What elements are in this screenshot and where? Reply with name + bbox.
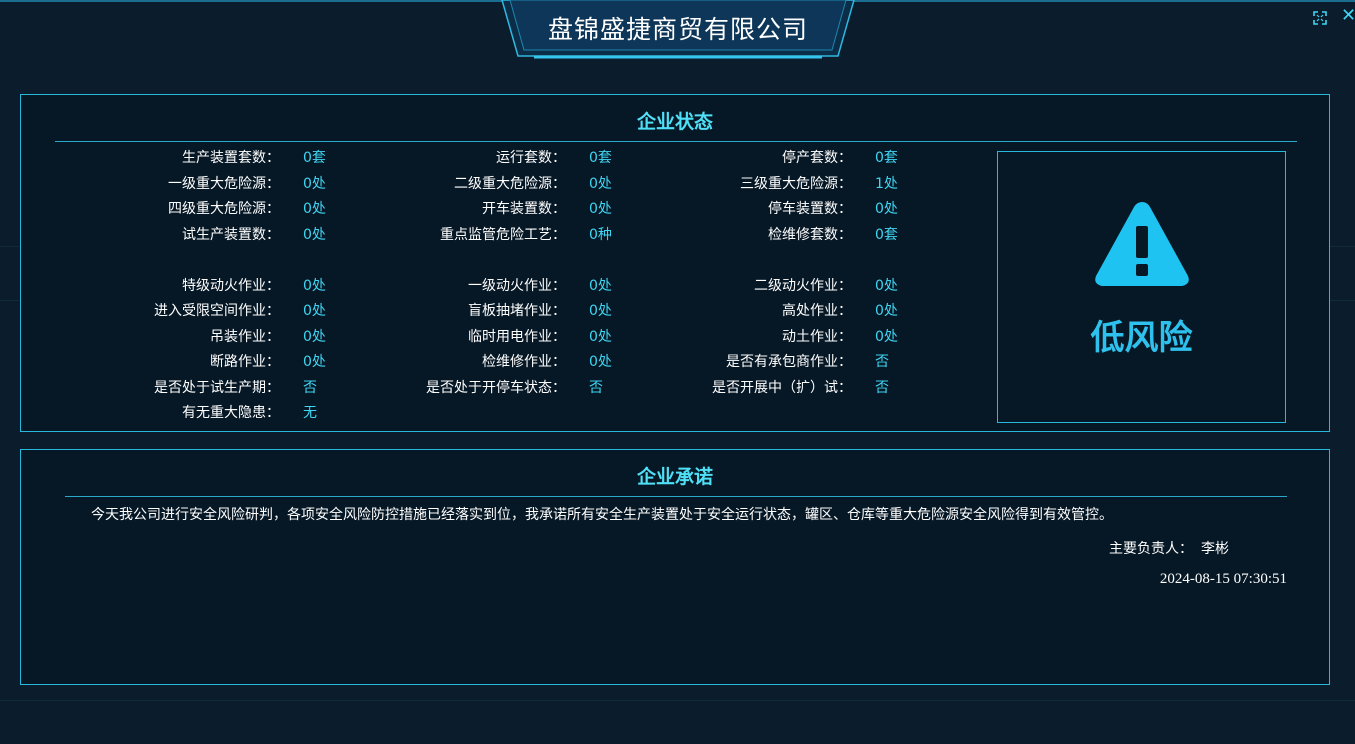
status-label: 生产装置套数： — [182, 150, 280, 166]
status-label: 重点监管危险工艺： — [440, 227, 566, 243]
status-value: 0处 — [589, 278, 612, 294]
responsible-person: 主要负责人： 李彬 — [1109, 538, 1229, 558]
status-value: 0处 — [303, 176, 326, 192]
status-label: 高处作业： — [782, 303, 852, 319]
status-value: 否 — [303, 380, 317, 396]
status-value: 0处 — [875, 329, 898, 345]
fullscreen-icon[interactable] — [1312, 10, 1328, 26]
status-label: 是否开展中（扩）试： — [712, 380, 852, 396]
status-label: 开车装置数： — [482, 201, 566, 217]
warning-triangle-icon — [1095, 202, 1189, 286]
status-value: 0处 — [589, 329, 612, 345]
status-value: 0处 — [589, 176, 612, 192]
status-label: 三级重大危险源： — [740, 176, 852, 192]
company-detail-modal: 盘锦盛捷商贸有限公司 ✕ 企业状态 生产装置套数： 0套 运行套数： 0套 停产套数： 0… — [0, 0, 1355, 744]
enterprise-status-panel: 企业状态 生产装置套数： 0套 运行套数： 0套 停产套数： 0套 一级重大危险源： 0处 二级… — [20, 94, 1330, 432]
status-label: 特级动火作业： — [182, 278, 280, 294]
status-value: 0处 — [589, 303, 612, 319]
status-label: 是否处于试生产期： — [154, 380, 280, 396]
status-label: 试生产装置数： — [182, 227, 280, 243]
status-label: 动土作业： — [782, 329, 852, 345]
risk-level-box: 低风险 — [997, 151, 1286, 423]
status-value: 0处 — [589, 201, 612, 217]
status-value: 否 — [875, 380, 889, 396]
status-value: 否 — [589, 380, 603, 396]
status-label: 有无重大隐患： — [182, 405, 280, 421]
status-value: 1处 — [875, 176, 898, 192]
status-value: 0套 — [303, 150, 326, 166]
status-label: 二级动火作业： — [754, 278, 852, 294]
promise-title-divider — [65, 496, 1287, 497]
status-value: 0种 — [589, 227, 612, 243]
status-label: 停产套数： — [782, 150, 852, 166]
status-value: 0套 — [875, 150, 898, 166]
status-value: 0处 — [303, 227, 326, 243]
status-value: 0处 — [303, 278, 326, 294]
status-value: 否 — [875, 354, 889, 370]
status-label: 四级重大危险源： — [168, 201, 280, 217]
status-value: 0处 — [303, 329, 326, 345]
status-value: 0套 — [589, 150, 612, 166]
status-value: 0处 — [303, 303, 326, 319]
status-label: 运行套数： — [496, 150, 566, 166]
status-label: 一级重大危险源： — [168, 176, 280, 192]
company-title: 盘锦盛捷商贸有限公司 — [547, 15, 808, 44]
status-value: 0处 — [589, 354, 612, 370]
status-label: 一级动火作业： — [468, 278, 566, 294]
enterprise-promise-panel: 企业承诺 今天我公司进行安全风险研判，各项安全风险防控措施已经落实到位，我承诺所… — [20, 449, 1330, 685]
status-value: 0处 — [875, 303, 898, 319]
status-label: 停车装置数： — [768, 201, 852, 217]
promise-panel-title: 企业承诺 — [636, 466, 713, 488]
status-value: 0套 — [875, 227, 898, 243]
close-icon[interactable]: ✕ — [1341, 6, 1355, 26]
status-value: 无 — [303, 405, 317, 421]
status-value: 0处 — [875, 201, 898, 217]
status-label: 吊装作业： — [210, 329, 280, 345]
status-label: 检维修作业： — [482, 354, 566, 370]
status-label: 盲板抽堵作业： — [468, 303, 566, 319]
responsible-label: 主要负责人： — [1109, 541, 1193, 557]
status-value: 0处 — [303, 354, 326, 370]
status-panel-title: 企业状态 — [636, 111, 713, 133]
status-value: 0处 — [875, 278, 898, 294]
status-label: 断路作业： — [210, 354, 280, 370]
status-label: 是否有承包商作业： — [726, 354, 852, 370]
responsible-name: 李彬 — [1201, 541, 1229, 557]
risk-level-label: 低风险 — [1090, 318, 1193, 358]
status-label: 进入受限空间作业： — [154, 303, 280, 319]
status-label: 是否处于开停车状态： — [426, 380, 566, 396]
promise-statement: 今天我公司进行安全风险研判，各项安全风险防控措施已经落实到位，我承诺所有安全生产… — [91, 507, 1113, 523]
status-label: 临时用电作业： — [468, 329, 566, 345]
status-label: 二级重大危险源： — [454, 176, 566, 192]
status-value: 0处 — [303, 201, 326, 217]
status-title-divider — [55, 141, 1297, 142]
status-label: 检维修套数： — [768, 227, 852, 243]
promise-timestamp: 2024-08-15 07:30:51 — [1159, 571, 1287, 587]
title-banner: 盘锦盛捷商贸有限公司 — [500, 0, 856, 60]
